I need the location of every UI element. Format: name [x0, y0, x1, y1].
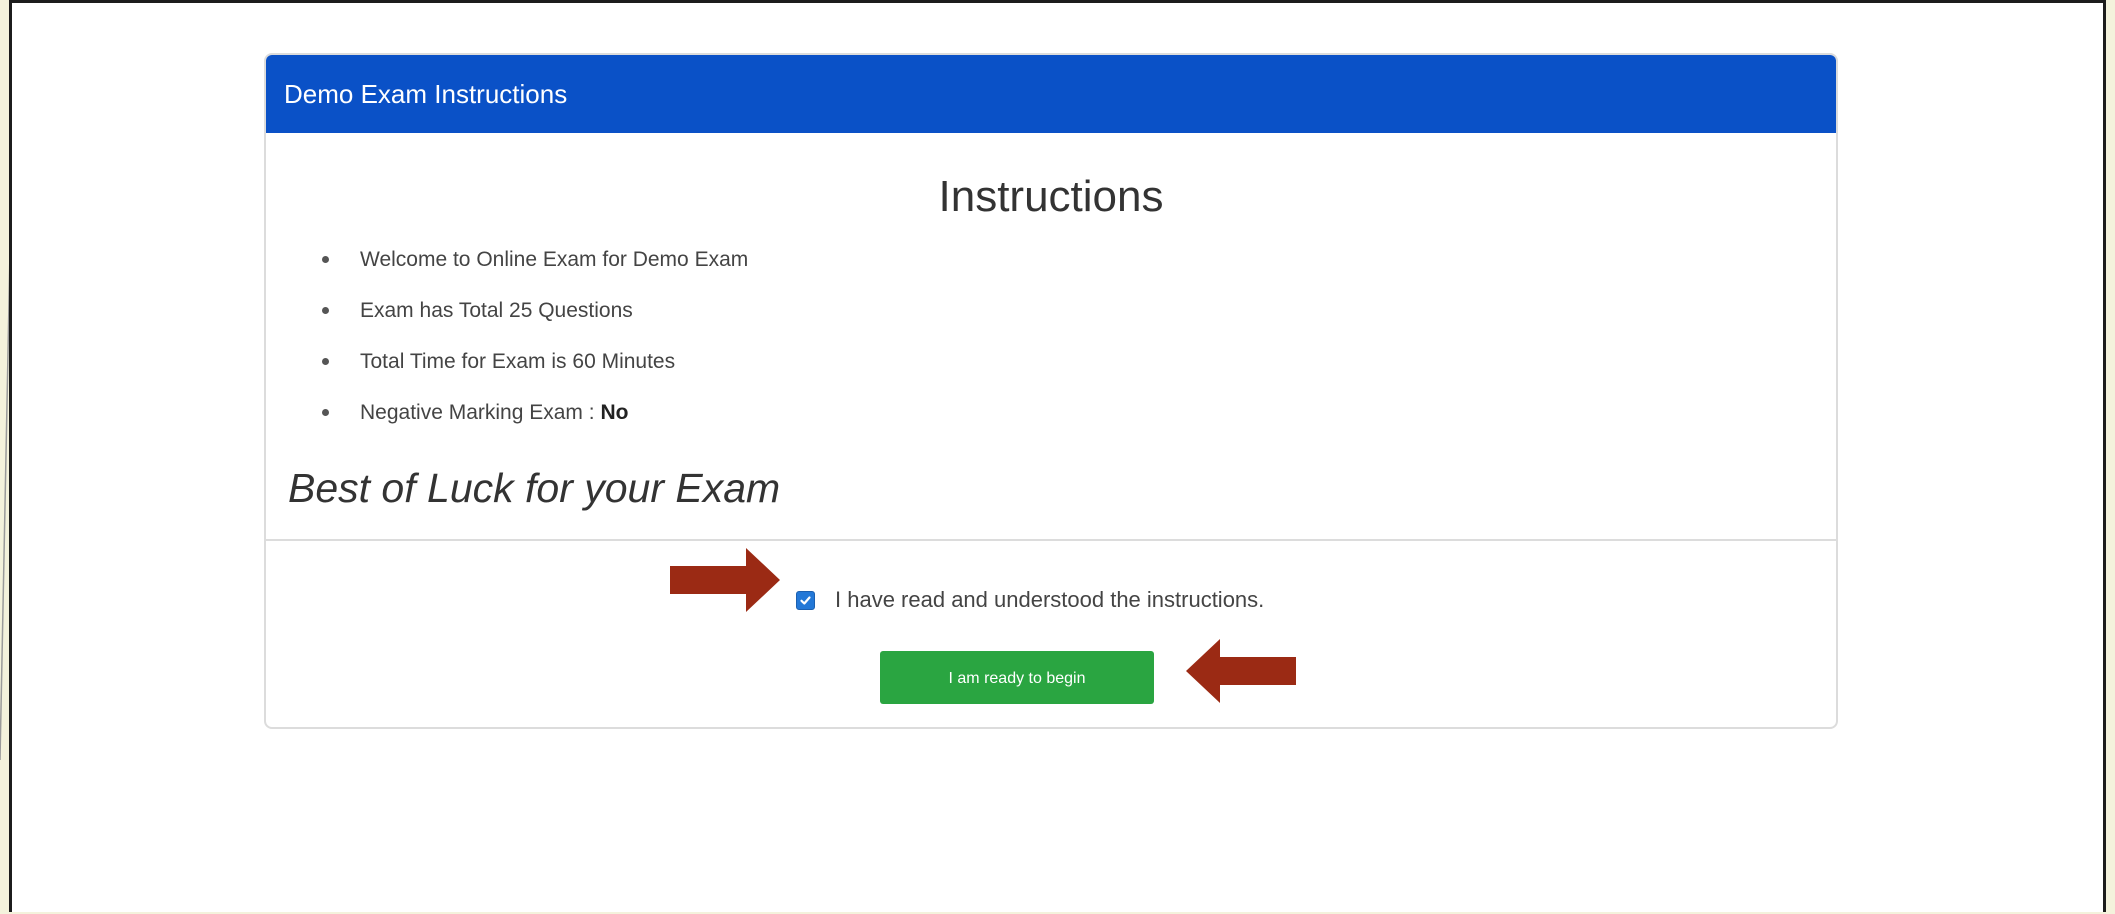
panel-header-title: Demo Exam Instructions [284, 79, 568, 109]
closing-message: Best of Luck for your Exam [288, 465, 781, 511]
bullet-icon [322, 307, 329, 314]
instructions-title: Instructions [938, 172, 1164, 221]
agreement-checkbox[interactable] [796, 590, 815, 610]
instructions-panel: Demo Exam Instructions Instructions Welc… [264, 53, 1838, 729]
begin-exam-button[interactable]: I am ready to begin [880, 651, 1154, 704]
agreement-row: I have read and understood the instructi… [796, 585, 1264, 615]
instruction-text: Total Time for Exam is 60 Minutes [360, 350, 676, 373]
negative-marking-value: No [600, 401, 629, 424]
checkmark-icon [800, 595, 811, 605]
list-item: Negative Marking Exam : No [290, 398, 748, 449]
instruction-text: Exam has Total 25 Questions [360, 299, 633, 322]
bullet-icon [322, 358, 329, 365]
screenshot-frame: Demo Exam Instructions Instructions Welc… [9, 0, 2106, 912]
instructions-list: Welcome to Online Exam for Demo Exam Exa… [290, 245, 748, 449]
list-item: Total Time for Exam is 60 Minutes [290, 347, 748, 398]
bullet-icon [322, 256, 329, 263]
panel-footer: I have read and understood the instructi… [266, 541, 1836, 727]
arrow-left-icon [1186, 639, 1296, 703]
agreement-checkbox-label[interactable]: I have read and understood the instructi… [835, 587, 1264, 613]
instruction-text: Negative Marking Exam : [360, 401, 601, 424]
list-item: Exam has Total 25 Questions [290, 296, 748, 347]
panel-body: Instructions Welcome to Online Exam for … [266, 133, 1836, 541]
arrow-right-icon [670, 548, 780, 612]
list-item: Welcome to Online Exam for Demo Exam [290, 245, 748, 296]
bullet-icon [322, 409, 329, 416]
instruction-text: Welcome to Online Exam for Demo Exam [360, 248, 749, 271]
panel-header: Demo Exam Instructions [266, 55, 1836, 133]
